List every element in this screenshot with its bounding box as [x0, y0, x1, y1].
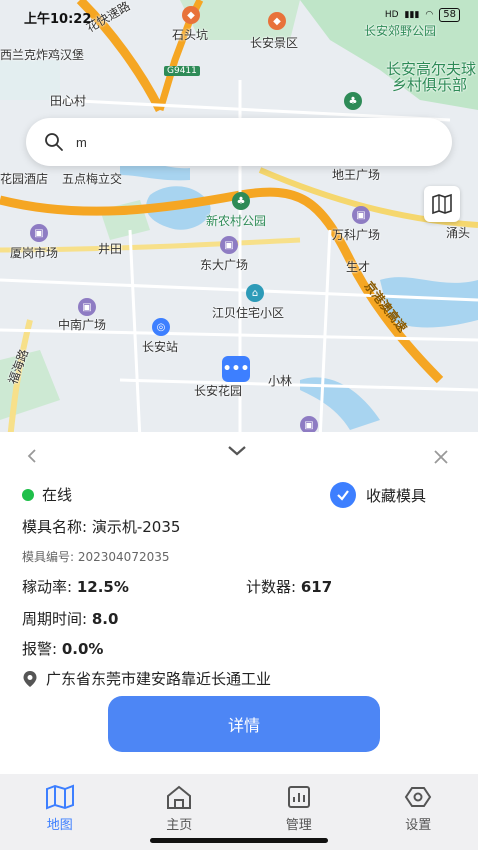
chevron-down-icon[interactable] — [226, 444, 248, 458]
battery-indicator: 58 — [439, 8, 460, 22]
map-label: 东大广场 — [200, 258, 249, 272]
map-label: 田心村 — [50, 94, 87, 108]
alarm-label: 报警: — [22, 640, 58, 658]
map-view[interactable]: 长安郊野公园 石头坑 长安景区 西兰克炸鸡汉堡 G9411 长安高尔夫球 乡村俱… — [0, 0, 478, 440]
map-label: 长安花园 — [194, 384, 243, 398]
shopping-icon[interactable]: ▣ — [78, 298, 96, 316]
search-input[interactable] — [76, 134, 406, 150]
shopping-icon[interactable]: ▣ — [352, 206, 370, 224]
favorite-mold-label: 收藏模具 — [366, 486, 427, 505]
map-label: 地王广场 — [332, 168, 381, 182]
cycle-time-value: 8.0 — [91, 610, 119, 628]
map-label: 万科广场 — [332, 228, 381, 242]
alarm-value: 0.0% — [61, 640, 104, 658]
counter-value: 617 — [300, 578, 333, 596]
cycle-time-label: 周期时间: — [22, 610, 88, 628]
map-label: 江贝住宅小区 — [212, 306, 285, 320]
check-icon[interactable] — [330, 482, 356, 508]
location-pin-icon — [23, 670, 37, 687]
map-label: 中南广场 — [58, 318, 107, 332]
highway-shield: G9411 — [164, 66, 200, 76]
network-indicator: HD — [384, 10, 399, 20]
map-label: 长安景区 — [250, 36, 299, 50]
counter-row: 计数器: 617 — [246, 576, 332, 597]
map-label: 井田 — [98, 242, 123, 256]
residence-icon[interactable]: ⌂ — [246, 284, 264, 302]
mold-number-value: 202304072035 — [77, 550, 170, 564]
search-icon — [45, 133, 63, 151]
online-status-dot — [22, 489, 34, 501]
map-label: 西兰克炸鸡汉堡 — [0, 48, 85, 62]
alarm-row: 报警: 0.0% — [22, 638, 103, 659]
shopping-icon[interactable]: ▣ — [30, 224, 48, 242]
map-label: 五点梅立交 — [62, 172, 123, 186]
wifi-icon: ◠ — [425, 10, 434, 20]
address-row: 广东省东莞市建安路靠近长通工业 — [22, 668, 271, 689]
map-label: 小林 — [268, 374, 293, 388]
map-label: 涌头 — [446, 226, 471, 240]
park-icon[interactable]: ♣ — [232, 192, 250, 210]
signal-icon: ▮▮▮ — [404, 10, 420, 20]
online-status: 在线 — [22, 484, 72, 505]
chevron-left-icon[interactable] — [24, 448, 40, 464]
tab-manage-label: 管理 — [285, 818, 312, 833]
mold-number-label: 模具编号: — [22, 550, 75, 564]
tab-map[interactable]: 地图 — [0, 774, 120, 850]
mold-name-row: 模具名称: 演示机-2035 — [22, 516, 180, 537]
map-icon — [45, 784, 74, 810]
tab-home-label: 主页 — [166, 818, 193, 833]
move-rate-label: 稼动率: — [22, 578, 73, 596]
favorite-mold-toggle[interactable]: 收藏模具 — [330, 482, 426, 508]
counter-label: 计数器: — [246, 578, 297, 596]
tab-settings-label: 设置 — [405, 818, 432, 833]
mold-number-row: 模具编号: 202304072035 — [22, 548, 170, 565]
home-icon — [167, 785, 192, 809]
home-indicator[interactable] — [150, 838, 328, 843]
map-label: 花园酒店 — [0, 172, 49, 186]
status-bar: 上午10:22 HD ▮▮▮ ◠ 58 — [0, 0, 478, 32]
device-location-marker[interactable]: ••• — [222, 356, 250, 382]
shopping-icon[interactable]: ▣ — [220, 236, 238, 254]
search-bar[interactable] — [26, 118, 452, 166]
map-label: 乡村俱乐部 — [392, 76, 468, 94]
mold-name-value: 演示机-2035 — [91, 518, 181, 536]
station-icon[interactable]: ◎ — [152, 318, 170, 336]
details-button[interactable]: 详情 — [108, 696, 380, 752]
tab-settings[interactable]: 设置 — [359, 774, 478, 850]
chart-icon — [287, 786, 310, 808]
map-layers-icon — [432, 193, 452, 215]
move-rate-row: 稼动率: 12.5% — [22, 576, 129, 597]
map-layer-toggle-button[interactable] — [424, 186, 460, 222]
map-label: 新农村公园 — [206, 214, 267, 228]
map-label: 厦岗市场 — [10, 246, 59, 260]
park-icon[interactable]: ♣ — [344, 92, 362, 110]
device-info-panel: 在线 收藏模具 模具名称: 演示机-2035 模具编号: 20230407203… — [0, 432, 478, 774]
settings-icon — [405, 787, 432, 807]
mold-name-label: 模具名称: — [22, 518, 88, 536]
online-status-label: 在线 — [42, 486, 73, 504]
move-rate-value: 12.5% — [76, 578, 129, 596]
tab-map-label: 地图 — [46, 818, 73, 833]
map-label: 长安站 — [142, 340, 179, 354]
map-label: 生才 — [346, 260, 371, 274]
close-icon[interactable] — [432, 448, 450, 466]
cycle-time-row: 周期时间: 8.0 — [22, 608, 118, 629]
status-time: 上午10:22 — [24, 12, 92, 27]
address-text: 广东省东莞市建安路靠近长通工业 — [46, 670, 272, 688]
